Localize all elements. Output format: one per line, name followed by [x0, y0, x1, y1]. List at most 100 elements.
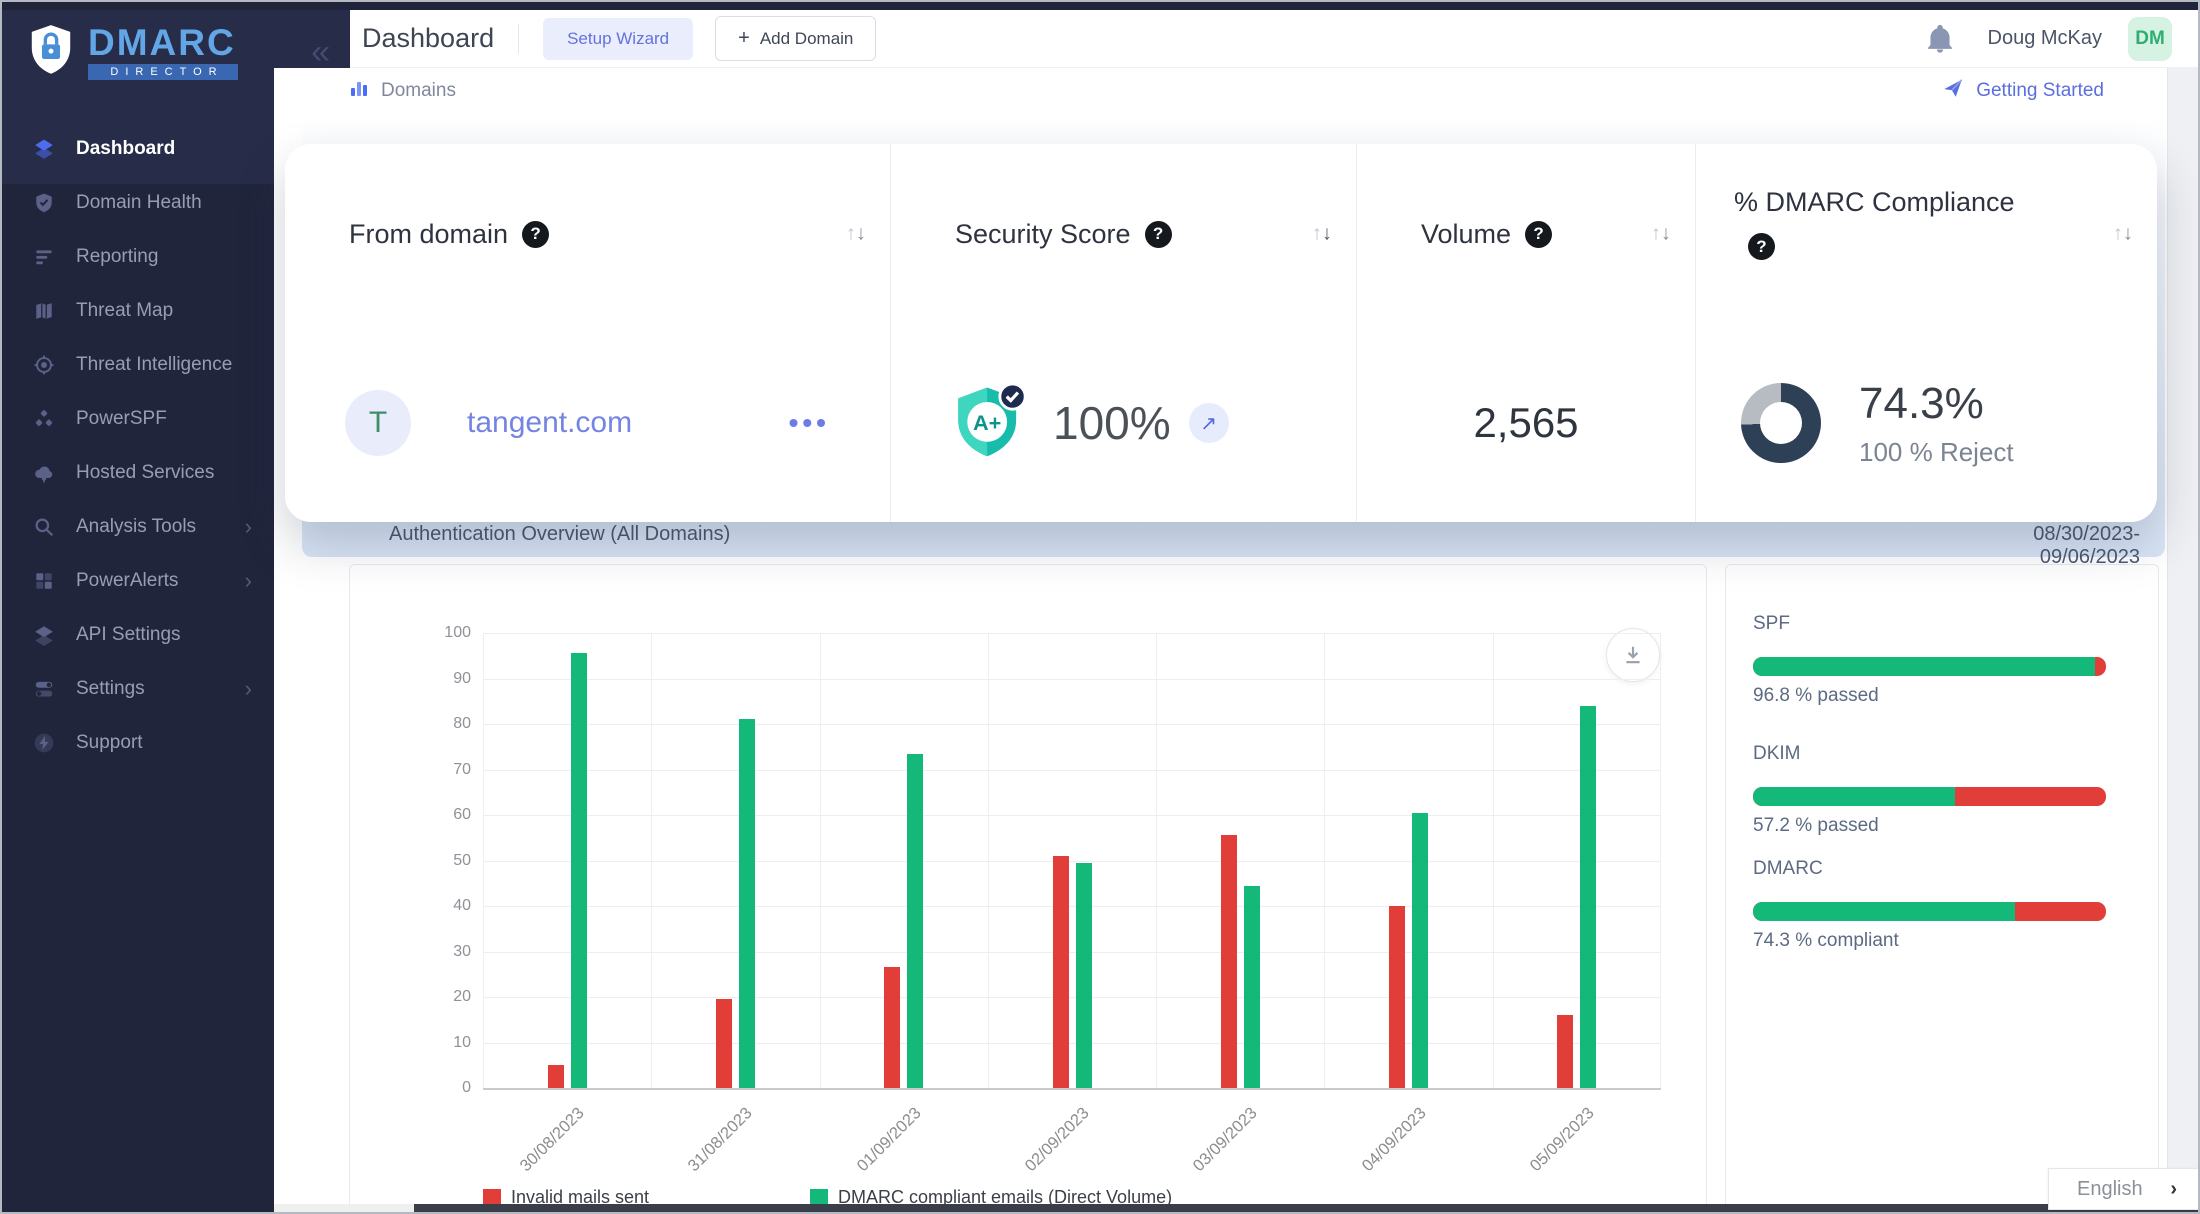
sidebar-item-poweralerts[interactable]: PowerAlerts›: [2, 554, 274, 608]
compliance-policy: 100 % Reject: [1859, 437, 2014, 468]
bar-chart-icon: [349, 78, 369, 104]
help-icon[interactable]: ?: [522, 221, 549, 248]
stat-spf: SPF96.8 % passed: [1753, 613, 2106, 707]
setup-wizard-button[interactable]: Setup Wizard: [543, 18, 693, 60]
score-trend-icon[interactable]: ↗: [1189, 403, 1229, 443]
sort-icon[interactable]: ↑↓: [2113, 223, 2133, 246]
gridline: [1156, 633, 1157, 1088]
y-axis-tick-label: 10: [413, 1034, 471, 1052]
horizontal-scrollbar-thumb[interactable]: [414, 1204, 2200, 1214]
getting-started-link[interactable]: Getting Started: [1942, 77, 2104, 105]
topbar-right: Doug McKay DM: [1926, 17, 2200, 61]
right-scroll-area[interactable]: [2167, 68, 2200, 1208]
stat-value-text: 57.2 % passed: [1753, 815, 2106, 837]
sidebar-item-reporting[interactable]: Reporting: [2, 230, 274, 284]
sidebar-item-domain-health[interactable]: Domain Health: [2, 176, 274, 230]
stat-value-text: 96.8 % passed: [1753, 685, 2106, 707]
y-axis-tick-label: 0: [413, 1079, 471, 1097]
help-icon[interactable]: ?: [1525, 221, 1552, 248]
gridline: [483, 633, 484, 1088]
invalid-mails-bar: [716, 999, 732, 1088]
gridline: [483, 1088, 1661, 1090]
sidebar-item-analysis-tools[interactable]: Analysis Tools›: [2, 500, 274, 554]
download-chart-button[interactable]: [1606, 628, 1660, 682]
invalid-mails-bar: [1221, 835, 1237, 1088]
notification-bell-icon[interactable]: [1926, 24, 1954, 54]
compliant-mails-bar: [1076, 863, 1092, 1088]
y-axis-tick-label: 80: [413, 715, 471, 733]
sidebar-item-threat-intelligence[interactable]: Threat Intelligence: [2, 338, 274, 392]
shield-check-icon: [32, 191, 56, 215]
add-domain-button[interactable]: + Add Domain: [715, 16, 876, 61]
gridline: [1493, 633, 1494, 1088]
compliant-mails-bar: [1412, 813, 1428, 1088]
security-score-value: 100%: [1053, 396, 1171, 450]
y-axis-tick-label: 70: [413, 761, 471, 779]
chevron-right-icon: ›: [245, 514, 252, 540]
horizontal-scrollbar-track[interactable]: [274, 1204, 2200, 1214]
compliance-donut-chart: [1741, 383, 1821, 463]
x-axis-tick-label: 05/09/2023: [1486, 1104, 1598, 1214]
sidebar-item-dashboard[interactable]: Dashboard: [2, 122, 274, 176]
page-title: Dashboard: [362, 23, 494, 54]
sidebar-item-label: Hosted Services: [76, 462, 214, 484]
sidebar-item-threat-map[interactable]: Threat Map: [2, 284, 274, 338]
y-axis-tick-label: 100: [413, 624, 471, 642]
domain-link[interactable]: tangent.com: [467, 406, 632, 440]
domains-section-bar: Domains Getting Started: [274, 68, 2170, 114]
row-actions-menu-icon[interactable]: •••: [789, 407, 830, 439]
sidebar-item-label: Reporting: [76, 246, 158, 268]
stat-progress-fill: [1753, 787, 1955, 806]
language-selector[interactable]: English ›: [2048, 1168, 2200, 1210]
sort-icon[interactable]: ↑↓: [1312, 223, 1332, 246]
stat-label: DKIM: [1753, 743, 2106, 765]
auth-overview-date-range: 08/30/2023-09/06/2023: [1960, 523, 2140, 569]
sort-icon[interactable]: ↑↓: [846, 223, 866, 246]
y-axis-tick-label: 50: [413, 852, 471, 870]
sidebar-item-powerspf[interactable]: PowerSPF: [2, 392, 274, 446]
domains-section-title: Domains: [381, 80, 456, 102]
api-layers-icon: [32, 623, 56, 647]
gridline: [1660, 633, 1661, 1088]
plus-icon: +: [738, 27, 750, 50]
help-icon[interactable]: ?: [1145, 221, 1172, 248]
gridline: [483, 633, 1661, 634]
invalid-mails-bar: [1557, 1015, 1573, 1088]
compliant-mails-bar: [1244, 886, 1260, 1088]
table-row-compliance-cell: 74.3% 100 % Reject: [1695, 324, 2157, 522]
user-name[interactable]: Doug McKay: [1988, 27, 2103, 50]
y-axis-tick-label: 40: [413, 897, 471, 915]
column-header-volume: Volume? ↑↓: [1356, 144, 1695, 324]
chevron-right-icon: ›: [245, 676, 252, 702]
y-axis-tick-label: 30: [413, 943, 471, 961]
sort-icon[interactable]: ↑↓: [1651, 223, 1671, 246]
sidebar-item-api-settings[interactable]: API Settings: [2, 608, 274, 662]
sidebar-item-settings[interactable]: Settings›: [2, 662, 274, 716]
shield-lock-logo-icon: [28, 24, 74, 81]
compliant-mails-bar: [907, 754, 923, 1088]
sidebar-item-support[interactable]: Support: [2, 716, 274, 770]
stat-progress-bar: [1753, 902, 2106, 921]
gridline: [483, 815, 1661, 816]
volume-value: 2,565: [1473, 399, 1578, 447]
compliant-mails-bar: [739, 719, 755, 1088]
brand-text: DMARC DIRECTOR: [88, 24, 238, 80]
bolt-icon: [32, 731, 56, 755]
sidebar-nav: Dashboard Domain Health Reporting Threat Ma…: [2, 122, 274, 770]
invalid-mails-bar: [884, 967, 900, 1088]
sidebar-item-hosted-services[interactable]: Hosted Services: [2, 446, 274, 500]
auth-stats-panel: SPF96.8 % passedDKIM57.2 % passedDMARC74…: [1725, 564, 2159, 1214]
compliance-texts: 74.3% 100 % Reject: [1859, 379, 2014, 468]
compliant-mails-bar: [1580, 706, 1596, 1088]
x-axis-tick-label: 04/09/2023: [1318, 1104, 1430, 1214]
grid-icon: [32, 569, 56, 593]
gridline: [483, 724, 1661, 725]
target-icon: [32, 353, 56, 377]
rocket-icon: [1942, 77, 1964, 105]
svg-text:A+: A+: [973, 410, 1001, 435]
sidebar-item-label: Dashboard: [76, 138, 175, 160]
sidebar-collapse-icon[interactable]: «: [311, 35, 330, 69]
auth-overview-chart-card: 010203040506070809010030/08/202331/08/20…: [349, 564, 1707, 1214]
user-avatar[interactable]: DM: [2128, 17, 2172, 61]
help-icon[interactable]: ?: [1748, 233, 1775, 260]
